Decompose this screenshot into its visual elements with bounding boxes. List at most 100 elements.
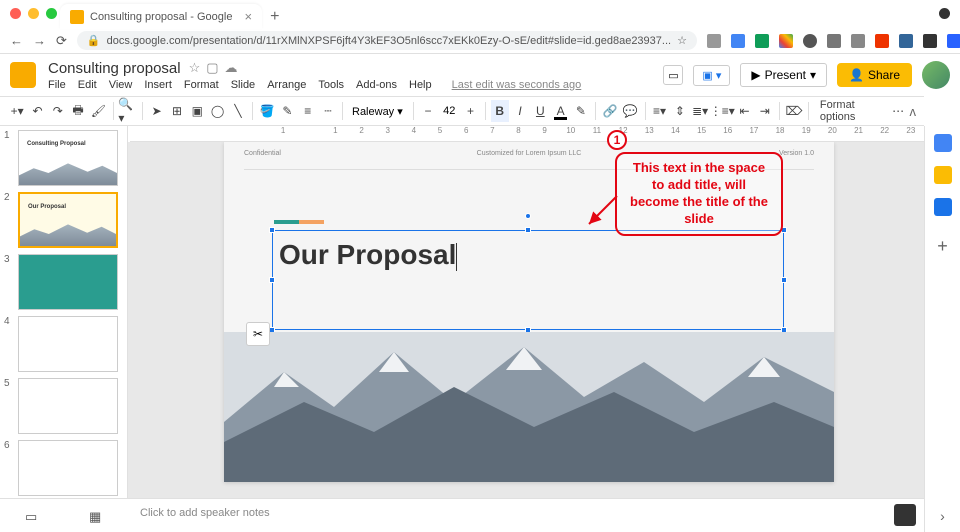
ext-icon[interactable] [827,34,841,48]
clear-format-button[interactable]: ⌦ [785,100,803,122]
menu-file[interactable]: File [48,79,66,91]
reload-icon[interactable]: ⟳ [56,34,67,48]
last-edit-link[interactable]: Last edit was seconds ago [452,79,582,91]
font-increase-button[interactable]: + [461,100,479,122]
calendar-addon-icon[interactable] [934,134,952,152]
format-options-button[interactable]: Format options [814,99,887,123]
menu-view[interactable]: View [109,79,133,91]
insert-comment-button[interactable]: 💬 [621,100,639,122]
highlight-button[interactable]: ✎ [572,100,590,122]
redo-button[interactable]: ↷ [49,100,67,122]
slide-editor[interactable]: Confidential Customized for Lorem Ipsum … [224,142,834,482]
line-spacing-button[interactable]: ⇕ [671,100,689,122]
resize-handle[interactable] [525,227,531,233]
numbered-list-button[interactable]: ≣▾ [691,100,709,122]
share-button[interactable]: 👤 Share [837,63,912,87]
ext-icon[interactable] [947,34,960,48]
ext-icon[interactable] [755,34,769,48]
window-close-icon[interactable] [10,8,21,19]
keep-addon-icon[interactable] [934,166,952,184]
ext-icon[interactable] [779,34,793,48]
font-decrease-button[interactable]: − [419,100,437,122]
account-avatar[interactable] [922,61,950,89]
forward-icon[interactable]: → [33,34,46,48]
font-family-select[interactable]: Raleway ▾ [348,105,408,118]
tab-close-icon[interactable]: × [244,9,252,24]
collapse-toolbar-icon[interactable]: ʌ [910,104,917,119]
select-tool[interactable]: ➤ [148,100,166,122]
indent-increase-button[interactable]: ⇥ [756,100,774,122]
star-doc-icon[interactable]: ☆ [189,60,201,76]
menu-slide[interactable]: Slide [231,79,255,91]
window-maximize-icon[interactable] [46,8,57,19]
menu-help[interactable]: Help [409,79,432,91]
fill-color-button[interactable]: 🪣 [258,100,276,122]
menu-insert[interactable]: Insert [144,79,172,91]
print-button[interactable]: 🖶 [69,100,87,122]
shape-tool[interactable]: ◯ [208,100,226,122]
menu-addons[interactable]: Add-ons [356,79,397,91]
present-button[interactable]: ▶ Present ▾ [740,63,827,87]
window-minimize-icon[interactable] [28,8,39,19]
menu-arrange[interactable]: Arrange [267,79,306,91]
horizontal-ruler[interactable]: 11234567891011121314151617181920212223 [130,126,924,142]
menu-edit[interactable]: Edit [78,79,97,91]
align-button[interactable]: ≡▾ [650,100,668,122]
border-color-button[interactable]: ✎ [278,100,296,122]
paint-format-button[interactable]: 🖌 [89,100,107,122]
menu-format[interactable]: Format [184,79,219,91]
rotate-handle[interactable] [525,213,531,219]
new-slide-button[interactable]: +▾ [8,100,26,122]
insert-link-button[interactable]: 🔗 [601,100,619,122]
zoom-button[interactable]: 🔍▾ [118,100,136,122]
url-input[interactable]: 🔒 docs.google.com/presentation/d/11rXMlN… [77,31,697,50]
resize-handle[interactable] [781,277,787,283]
slide-thumb-4[interactable] [18,316,118,372]
comments-icon[interactable]: ▭ [663,65,683,85]
browser-tab[interactable]: Consulting proposal - Google × [60,4,262,29]
slide-thumb-6[interactable] [18,440,118,496]
ext-icon[interactable] [803,34,817,48]
slide-thumb-5[interactable] [18,378,118,434]
filmstrip-view-icon[interactable]: ▭ [25,509,39,523]
border-dash-button[interactable]: ┄ [319,100,337,122]
slide-canvas[interactable]: Confidential Customized for Lorem Ipsum … [128,142,924,498]
doc-title[interactable]: Consulting proposal [48,60,181,77]
back-icon[interactable]: ← [10,34,23,48]
slideshow-button[interactable]: ▣ ▾ [693,65,730,86]
font-size-input[interactable]: 42 [439,105,459,117]
text-color-button[interactable]: A [551,100,569,122]
bold-button[interactable]: B [491,100,509,122]
ext-icon[interactable] [899,34,913,48]
underline-button[interactable]: U [531,100,549,122]
ext-icon[interactable] [707,34,721,48]
move-doc-icon[interactable]: ▢ [206,60,218,76]
ext-icon[interactable] [875,34,889,48]
google-slides-logo-icon[interactable] [10,62,36,88]
new-tab-button[interactable]: + [270,8,279,26]
slide-thumb-1[interactable]: Consulting Proposal [18,130,118,186]
autofit-icon[interactable]: ✂ [246,322,270,346]
ext-icon[interactable] [851,34,865,48]
resize-handle[interactable] [269,277,275,283]
slide-thumb-2[interactable]: Our Proposal [18,192,118,248]
tasks-addon-icon[interactable] [934,198,952,216]
indent-decrease-button[interactable]: ⇤ [735,100,753,122]
hide-panel-icon[interactable]: › [940,508,945,524]
explore-button[interactable] [894,504,916,526]
menu-tools[interactable]: Tools [318,79,344,91]
slide-thumb-3[interactable] [18,254,118,310]
undo-button[interactable]: ↶ [28,100,46,122]
speaker-notes[interactable]: Click to add speaker notes [128,498,924,532]
textbox-tool[interactable]: ⊞ [168,100,186,122]
resize-handle[interactable] [269,227,275,233]
bulleted-list-button[interactable]: ⋮≡▾ [711,100,733,122]
line-tool[interactable]: ╲ [229,100,247,122]
grid-view-icon[interactable]: ▦ [89,509,103,523]
ext-icon[interactable] [923,34,937,48]
star-icon[interactable]: ☆ [677,34,687,47]
border-weight-button[interactable]: ≡ [299,100,317,122]
image-tool[interactable]: ▣ [188,100,206,122]
resize-handle[interactable] [781,227,787,233]
italic-button[interactable]: I [511,100,529,122]
